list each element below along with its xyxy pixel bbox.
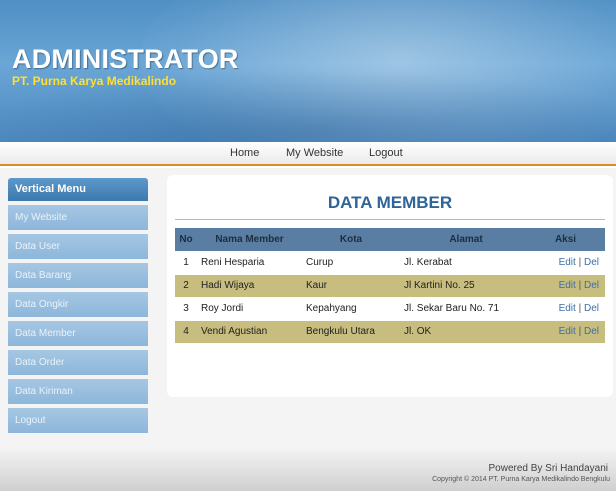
top-navbar: Home My Website Logout — [0, 142, 616, 166]
column-header-alamat: Alamat — [400, 228, 532, 252]
cell-alamat: Jl Kartini No. 25 — [400, 274, 532, 298]
nav-my-website-link[interactable]: My Website — [286, 147, 343, 159]
main-panel: DATA MEMBER No Nama Member Kota Alamat A… — [167, 175, 613, 397]
cell-kota: Kepahyang — [302, 297, 400, 321]
cell-aksi: Edit | Del — [532, 320, 605, 344]
title-divider — [175, 219, 605, 220]
cell-alamat: Jl. Kerabat — [400, 251, 532, 275]
cell-aksi: Edit | Del — [532, 251, 605, 275]
cell-no: 2 — [175, 274, 197, 298]
footer-copyright: Copyright © 2014 PT. Purna Karya Medikal… — [432, 476, 610, 483]
nav-home-link[interactable]: Home — [230, 147, 259, 159]
cell-alamat: Jl. OK — [400, 320, 532, 344]
action-separator: | — [578, 326, 582, 337]
cell-no: 3 — [175, 297, 197, 321]
column-header-nama-member: Nama Member — [197, 228, 302, 252]
cell-aksi: Edit | Del — [532, 297, 605, 321]
nav-logout-link[interactable]: Logout — [369, 147, 403, 159]
edit-link[interactable]: Edit — [559, 280, 576, 291]
table-row: 1 Reni Hesparia Curup Jl. Kerabat Edit |… — [175, 251, 605, 275]
action-separator: | — [578, 280, 582, 291]
table-header-row: No Nama Member Kota Alamat Aksi — [175, 228, 605, 252]
cell-no: 1 — [175, 251, 197, 275]
column-header-aksi: Aksi — [532, 228, 605, 252]
vertical-menu-heading: Vertical Menu — [8, 178, 148, 201]
header-banner: ADMINISTRATOR PT. Purna Karya Medikalind… — [0, 0, 616, 142]
cell-kota: Curup — [302, 251, 400, 275]
sidebar-item-data-member[interactable]: Data Member — [8, 321, 148, 346]
column-header-kota: Kota — [302, 228, 400, 252]
action-separator: | — [578, 257, 582, 268]
sidebar-item-my-website[interactable]: My Website — [8, 205, 148, 230]
cell-nama: Reni Hesparia — [197, 251, 302, 275]
column-header-no: No — [175, 228, 197, 252]
table-row: 4 Vendi Agustian Bengkulu Utara Jl. OK E… — [175, 320, 605, 344]
cell-aksi: Edit | Del — [532, 274, 605, 298]
sidebar-item-data-ongkir[interactable]: Data Ongkir — [8, 292, 148, 317]
page-title: DATA MEMBER — [327, 193, 453, 212]
cell-nama: Hadi Wijaya — [197, 274, 302, 298]
sidebar-item-data-order[interactable]: Data Order — [8, 350, 148, 375]
cell-kota: Kaur — [302, 274, 400, 298]
cell-nama: Roy Jordi — [197, 297, 302, 321]
delete-link[interactable]: Del — [584, 257, 599, 268]
company-subtitle: PT. Purna Karya Medikalindo — [12, 74, 177, 88]
sidebar-item-logout[interactable]: Logout — [8, 408, 148, 433]
footer-powered-by: Powered By Sri Handayani — [488, 463, 608, 474]
table-row: 2 Hadi Wijaya Kaur Jl Kartini No. 25 Edi… — [175, 274, 605, 298]
page-footer: Powered By Sri Handayani Copyright © 201… — [0, 450, 616, 491]
delete-link[interactable]: Del — [584, 303, 599, 314]
delete-link[interactable]: Del — [584, 326, 599, 337]
member-table: No Nama Member Kota Alamat Aksi 1 Reni H… — [175, 228, 605, 344]
action-separator: | — [578, 303, 582, 314]
delete-link[interactable]: Del — [584, 280, 599, 291]
edit-link[interactable]: Edit — [559, 303, 576, 314]
sidebar-item-data-kiriman[interactable]: Data Kiriman — [8, 379, 148, 404]
cell-alamat: Jl. Sekar Baru No. 71 — [400, 297, 532, 321]
sidebar-item-data-user[interactable]: Data User — [8, 234, 148, 259]
site-title: ADMINISTRATOR — [12, 44, 239, 74]
cell-nama: Vendi Agustian — [197, 320, 302, 344]
cell-no: 4 — [175, 320, 197, 344]
table-row: 3 Roy Jordi Kepahyang Jl. Sekar Baru No.… — [175, 297, 605, 321]
edit-link[interactable]: Edit — [559, 257, 576, 268]
sidebar-item-data-barang[interactable]: Data Barang — [8, 263, 148, 288]
cell-kota: Bengkulu Utara — [302, 320, 400, 344]
edit-link[interactable]: Edit — [559, 326, 576, 337]
vertical-menu: Vertical Menu My Website Data User Data … — [8, 178, 148, 433]
